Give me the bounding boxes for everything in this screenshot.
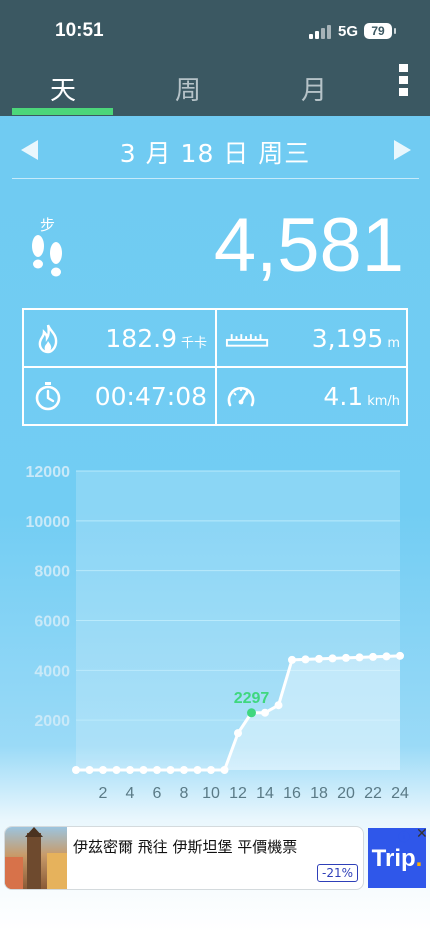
data-point: [85, 766, 94, 774]
divider: [12, 178, 419, 179]
battery-icon: 79: [364, 23, 396, 39]
x-tick-label: 22: [364, 785, 382, 802]
x-tick-label: 16: [283, 785, 301, 802]
stats-grid: 182.9 千卡 3,195 m 00:47:08 4.1 km/h: [22, 308, 408, 426]
data-point: [112, 766, 121, 774]
ruler-icon: [225, 334, 269, 347]
data-point: [328, 654, 337, 663]
x-tick-label: 10: [202, 785, 220, 802]
calories-value: 182.9: [105, 324, 177, 353]
y-tick-label: 12000: [26, 464, 71, 481]
ad-discount-badge: -21%: [317, 864, 359, 882]
data-point: [315, 654, 323, 663]
x-tick-label: 14: [256, 785, 274, 802]
signal-icon: [309, 25, 331, 39]
x-tick-label: 12: [229, 785, 247, 802]
tab-month[interactable]: 月: [264, 70, 364, 107]
data-point: [234, 729, 242, 738]
speedometer-icon: [227, 386, 255, 407]
ad-title: 伊茲密爾 飛往 伊斯坦堡 平價機票: [73, 838, 298, 856]
highlight-point: [247, 708, 256, 718]
speed-unit: km/h: [367, 394, 400, 409]
x-tick-label: 18: [310, 785, 328, 802]
data-point: [396, 651, 404, 660]
y-tick-label: 4000: [34, 663, 70, 680]
active-tab-indicator: [12, 108, 113, 115]
stopwatch-icon: [35, 382, 61, 411]
status-bar: 10:51 5G 79: [0, 0, 430, 62]
x-tick-label: 6: [153, 785, 162, 802]
x-tick-label: 4: [126, 785, 135, 802]
data-point: [369, 652, 377, 661]
y-tick-label: 10000: [26, 514, 71, 531]
distance-cell: 3,195 m: [217, 310, 408, 366]
current-date: 3 月 18 日 周三: [119, 139, 311, 168]
footprints-icon: [32, 235, 62, 277]
x-tick-label: 24: [391, 785, 409, 802]
more-menu-icon[interactable]: [392, 62, 416, 102]
tab-day[interactable]: 天: [13, 70, 113, 107]
speed-value: 4.1: [323, 382, 364, 411]
x-tick-label: 2: [99, 785, 108, 802]
data-point: [207, 766, 215, 774]
data-point: [382, 652, 391, 661]
duration-value: 00:47:08: [94, 382, 207, 411]
data-point: [301, 655, 310, 664]
data-label: 2297: [234, 690, 270, 707]
x-tick-label: 20: [337, 785, 355, 802]
data-point: [166, 766, 175, 774]
flame-icon: [38, 324, 58, 354]
ad-image: [5, 827, 67, 889]
steps-label: 步: [40, 216, 56, 234]
distance-unit: m: [387, 336, 400, 351]
speed-cell: 4.1 km/h: [217, 368, 408, 424]
data-point: [139, 766, 148, 774]
y-tick-label: 2000: [34, 713, 70, 730]
data-point: [126, 766, 134, 774]
ad-info-icon[interactable]: ⓘ: [398, 828, 410, 845]
data-point: [261, 708, 269, 717]
chart-svg: 120001000080006000400020002 4 6 8 10 12 14 16 18…: [26, 464, 410, 802]
data-point: [153, 766, 161, 774]
distance-value: 3,195: [311, 324, 384, 353]
status-time: 10:51: [55, 20, 104, 41]
calories-cell: 182.9 千卡: [24, 310, 215, 366]
hourly-steps-chart: 12000 10000 8000 6000 4000 2000 2 4 6 8 10 12 14 16 18…: [0, 455, 430, 805]
data-point: [193, 766, 202, 774]
duration-cell: 00:47:08: [24, 368, 215, 424]
data-point: [180, 766, 188, 774]
data-point: [288, 655, 296, 664]
x-tick-label: 8: [180, 785, 189, 802]
data-point: [220, 766, 229, 774]
data-point: [72, 766, 80, 774]
y-tick-label: 6000: [34, 614, 70, 631]
ad-banner[interactable]: 伊茲密爾 飛往 伊斯坦堡 平價機票 -21%: [4, 826, 364, 890]
y-tick-label: 8000: [34, 564, 70, 581]
network-type: 5G: [338, 23, 359, 40]
period-tabs: 天 周 月: [0, 62, 430, 116]
tab-week[interactable]: 周: [138, 70, 238, 107]
data-point: [274, 701, 283, 710]
calories-unit: 千卡: [180, 336, 207, 351]
date-navigator: 3 月 18 日 周三: [0, 118, 430, 178]
ad-close-icon[interactable]: ✕: [416, 826, 428, 842]
data-point: [355, 653, 364, 662]
steps-count: 4,581: [213, 203, 404, 288]
data-point: [342, 653, 350, 662]
data-point: [99, 766, 107, 774]
next-day-button[interactable]: [394, 140, 411, 160]
